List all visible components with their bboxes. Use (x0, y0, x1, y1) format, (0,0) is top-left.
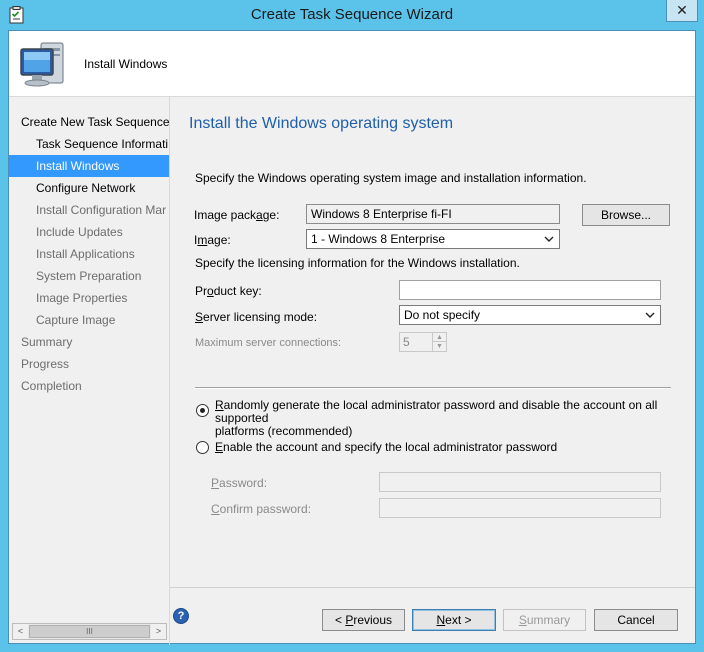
scroll-right-icon[interactable]: > (151, 624, 166, 639)
chevron-down-icon (644, 308, 656, 322)
max-connections-label: Maximum server connections: (195, 337, 342, 349)
nav-item-system-preparation[interactable]: System Preparation (9, 265, 169, 287)
wizard-header: Install Windows (9, 31, 695, 97)
enable-account-radio[interactable] (196, 441, 209, 454)
computer-icon (17, 39, 69, 91)
server-licensing-value: Do not specify (404, 308, 481, 322)
nav-item-install-applications[interactable]: Install Applications (9, 243, 169, 265)
summary-button[interactable]: Summary (503, 609, 586, 631)
window-title: Create Task Sequence Wizard (250, 6, 454, 23)
sidebar-horizontal-scrollbar[interactable]: < III > (12, 623, 167, 640)
confirm-password-input[interactable] (379, 498, 661, 518)
image-label: Image: (194, 233, 231, 247)
image-select[interactable]: 1 - Windows 8 Enterprise (306, 229, 560, 249)
server-licensing-select[interactable]: Do not specify (399, 305, 661, 325)
previous-button[interactable]: < Previous (322, 609, 405, 631)
close-button[interactable]: ✕ (666, 0, 698, 22)
licensing-description: Specify the licensing information for th… (195, 256, 520, 270)
nav-item-completion[interactable]: Completion (9, 375, 169, 397)
help-icon[interactable]: ? (173, 608, 189, 624)
wizard-window: Create Task Sequence Wizard ✕ Install Wi… (0, 0, 704, 652)
title-bar: Create Task Sequence Wizard ✕ (0, 0, 704, 30)
close-icon: ✕ (676, 2, 688, 18)
chevron-down-icon (543, 232, 555, 246)
scroll-left-icon[interactable]: < (13, 624, 28, 639)
image-select-value: 1 - Windows 8 Enterprise (311, 232, 446, 246)
max-connections-stepper[interactable]: 5 ▲ ▼ (399, 332, 447, 352)
page-title: Install the Windows operating system (189, 115, 454, 132)
spin-down-icon[interactable]: ▼ (432, 342, 446, 351)
nav-item-install-windows[interactable]: Install Windows (9, 155, 169, 177)
nav-item-task-sequence-informati[interactable]: Task Sequence Informati (9, 133, 169, 155)
spin-up-icon[interactable]: ▲ (432, 333, 446, 342)
server-licensing-label: Server licensing mode: (195, 310, 318, 324)
image-package-label: Image package: (194, 208, 280, 222)
scroll-thumb[interactable]: III (29, 625, 150, 638)
main-content: Install the Windows operating system Spe… (170, 97, 695, 587)
enable-account-label[interactable]: Enable the account and specify the local… (215, 441, 557, 454)
section-separator (195, 387, 671, 389)
wizard-sidebar: Create New Task Sequence Task Sequence In… (9, 97, 169, 643)
image-package-field[interactable]: Windows 8 Enterprise fi-FI (306, 204, 560, 224)
password-input[interactable] (379, 472, 661, 492)
nav-item-image-properties[interactable]: Image Properties (9, 287, 169, 309)
product-key-input[interactable] (399, 280, 661, 300)
nav-item-install-configuration-mar[interactable]: Install Configuration Mar (9, 199, 169, 221)
nav-item-configure-network[interactable]: Configure Network (9, 177, 169, 199)
product-key-label: Product key: (195, 284, 262, 298)
nav-item-summary[interactable]: Summary (9, 331, 169, 353)
next-button[interactable]: Next > (412, 609, 496, 631)
header-title: Install Windows (84, 57, 168, 71)
nav-item-capture-image[interactable]: Capture Image (9, 309, 169, 331)
nav-item-progress[interactable]: Progress (9, 353, 169, 375)
random-password-radio[interactable] (196, 404, 209, 417)
page-description: Specify the Windows operating system ima… (195, 171, 587, 185)
confirm-password-label: Confirm password: (211, 502, 312, 516)
wizard-body: Install Windows Create New Task Sequence… (8, 30, 696, 645)
cancel-button[interactable]: Cancel (594, 609, 678, 631)
max-connections-value: 5 (403, 335, 410, 349)
nav-item-include-updates[interactable]: Include Updates (9, 221, 169, 243)
footer-separator (170, 587, 695, 588)
nav-item-create-new-task-sequence[interactable]: Create New Task Sequence (9, 111, 169, 133)
random-password-label[interactable]: Randomly generate the local administrato… (215, 399, 685, 438)
wizard-nav: Create New Task Sequence Task Sequence In… (9, 111, 169, 397)
password-label: Password: (211, 476, 268, 490)
browse-button[interactable]: Browse... (582, 204, 670, 226)
